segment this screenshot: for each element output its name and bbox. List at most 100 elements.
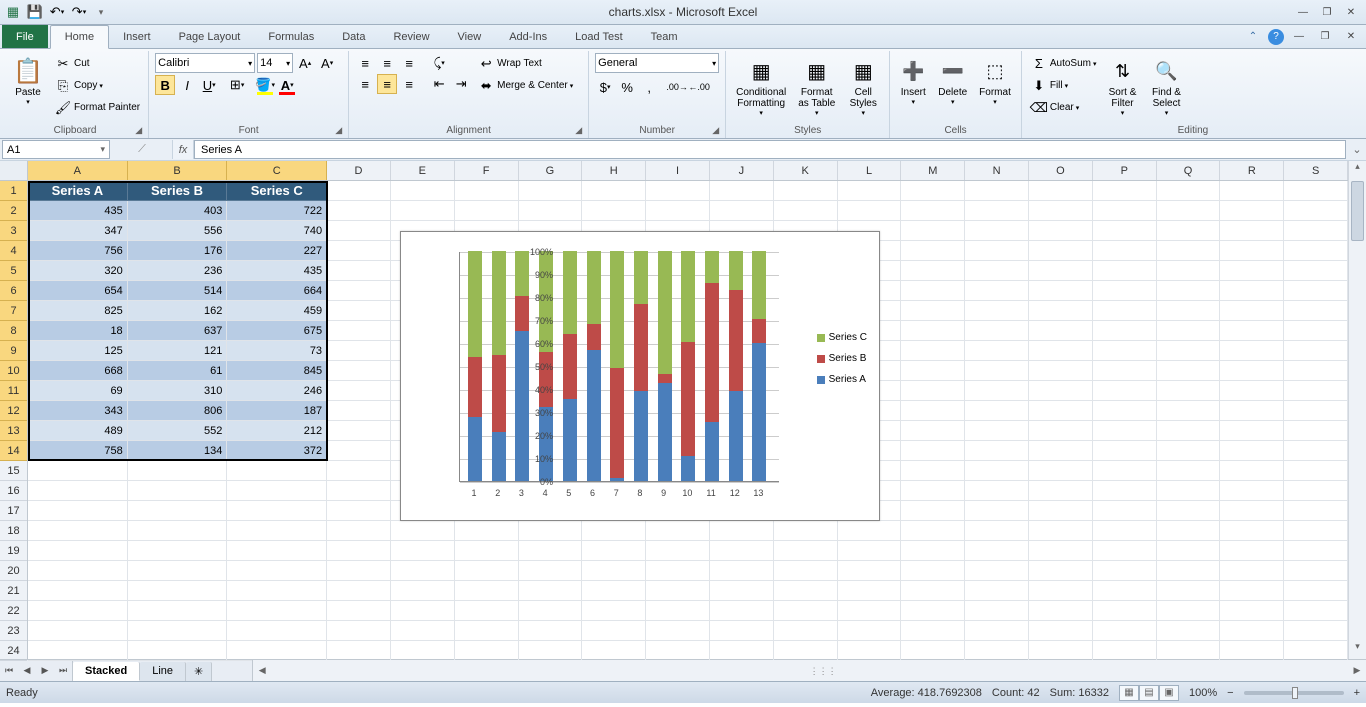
cell[interactable]	[901, 601, 965, 621]
cell[interactable]	[455, 641, 519, 661]
delete-cells-button[interactable]: ➖Delete▾	[934, 53, 971, 108]
cell[interactable]: 403	[128, 201, 228, 221]
chevron-down-icon[interactable]: ▾	[100, 144, 105, 155]
cell[interactable]	[774, 521, 838, 541]
cell[interactable]	[901, 421, 965, 441]
cell[interactable]: 227	[227, 241, 327, 261]
cell[interactable]	[1284, 581, 1348, 601]
dialog-launcher-icon[interactable]: ◢	[335, 125, 342, 136]
cell[interactable]	[1157, 501, 1221, 521]
cell[interactable]	[646, 641, 710, 661]
bold-button[interactable]: B	[155, 75, 175, 95]
cell[interactable]	[1029, 581, 1093, 601]
currency-icon[interactable]: $▾	[595, 77, 615, 97]
cell[interactable]: 806	[128, 401, 228, 421]
cell[interactable]	[965, 441, 1029, 461]
cell[interactable]	[710, 621, 774, 641]
cell[interactable]	[965, 461, 1029, 481]
cell[interactable]: 459	[227, 301, 327, 321]
cell[interactable]	[1093, 561, 1157, 581]
paste-button[interactable]: 📋 Paste ▾	[8, 53, 48, 108]
cell[interactable]	[455, 201, 519, 221]
help-icon[interactable]: ?	[1268, 29, 1284, 45]
cell[interactable]	[774, 201, 838, 221]
cell[interactable]	[838, 201, 902, 221]
normal-view-button[interactable]: ▦	[1119, 685, 1139, 701]
cell[interactable]	[965, 421, 1029, 441]
cell[interactable]: 758	[28, 441, 128, 461]
cell[interactable]	[965, 261, 1029, 281]
cell[interactable]	[1220, 381, 1284, 401]
cell[interactable]	[901, 581, 965, 601]
page-break-view-button[interactable]: ▣	[1159, 685, 1179, 701]
conditional-formatting-button[interactable]: ▦Conditional Formatting▾	[732, 53, 790, 119]
name-box[interactable]: A1▾	[2, 140, 110, 159]
cell[interactable]	[1284, 561, 1348, 581]
cell[interactable]	[965, 481, 1029, 501]
cell[interactable]	[128, 561, 228, 581]
cell[interactable]	[1284, 421, 1348, 441]
cell[interactable]	[1029, 641, 1093, 661]
cell[interactable]	[1157, 541, 1221, 561]
cell[interactable]	[965, 341, 1029, 361]
cell[interactable]	[838, 561, 902, 581]
row-header[interactable]: 21	[0, 581, 27, 601]
close-icon[interactable]: ✕	[1340, 4, 1362, 20]
tab-team[interactable]: Team	[637, 25, 692, 48]
cell[interactable]: 845	[227, 361, 327, 381]
cell[interactable]	[227, 521, 327, 541]
cell[interactable]	[327, 381, 391, 401]
new-sheet-button[interactable]: ✳	[186, 662, 212, 681]
cell[interactable]	[327, 301, 391, 321]
cell[interactable]	[774, 621, 838, 641]
cell[interactable]	[965, 241, 1029, 261]
cell[interactable]	[327, 281, 391, 301]
zoom-in-button[interactable]: +	[1354, 687, 1360, 699]
row-header[interactable]: 8	[0, 321, 27, 341]
undo-icon[interactable]: ↶▾	[48, 3, 66, 21]
cell[interactable]	[1220, 401, 1284, 421]
select-all-button[interactable]	[0, 161, 28, 181]
cell[interactable]	[327, 241, 391, 261]
column-header[interactable]: C	[227, 161, 327, 180]
cell[interactable]	[455, 181, 519, 201]
cell[interactable]	[1157, 421, 1221, 441]
minimize-ribbon-icon[interactable]: ⌃	[1242, 29, 1264, 45]
row-header[interactable]: 6	[0, 281, 27, 301]
insert-cells-button[interactable]: ➕Insert▾	[896, 53, 930, 108]
cell[interactable]	[965, 301, 1029, 321]
cell[interactable]	[838, 641, 902, 661]
cell[interactable]	[519, 541, 583, 561]
cell[interactable]	[1093, 181, 1157, 201]
cell[interactable]	[327, 501, 391, 521]
cell[interactable]	[901, 381, 965, 401]
cell[interactable]: Series B	[128, 181, 228, 201]
cell[interactable]	[1093, 321, 1157, 341]
align-bottom-icon[interactable]: ≡	[399, 53, 419, 73]
column-header[interactable]: N	[965, 161, 1029, 180]
cell[interactable]	[128, 601, 228, 621]
scroll-left-icon[interactable]: ◀	[253, 660, 271, 681]
cell[interactable]	[1093, 261, 1157, 281]
cell[interactable]	[1284, 641, 1348, 661]
cell[interactable]	[1029, 441, 1093, 461]
cell[interactable]	[710, 601, 774, 621]
row-header[interactable]: 14	[0, 441, 27, 461]
cell[interactable]	[1029, 461, 1093, 481]
cell[interactable]: 756	[28, 241, 128, 261]
cell[interactable]	[327, 261, 391, 281]
cell[interactable]	[519, 201, 583, 221]
cell[interactable]	[455, 561, 519, 581]
cell[interactable]	[710, 541, 774, 561]
cell[interactable]	[455, 521, 519, 541]
cell[interactable]	[1093, 421, 1157, 441]
row-header[interactable]: 20	[0, 561, 27, 581]
cell[interactable]	[901, 341, 965, 361]
cell[interactable]	[519, 181, 583, 201]
cell[interactable]	[901, 441, 965, 461]
column-header[interactable]: R	[1220, 161, 1284, 180]
cell[interactable]	[327, 181, 391, 201]
column-header[interactable]: L	[838, 161, 902, 180]
cell[interactable]	[774, 561, 838, 581]
cell[interactable]	[838, 181, 902, 201]
